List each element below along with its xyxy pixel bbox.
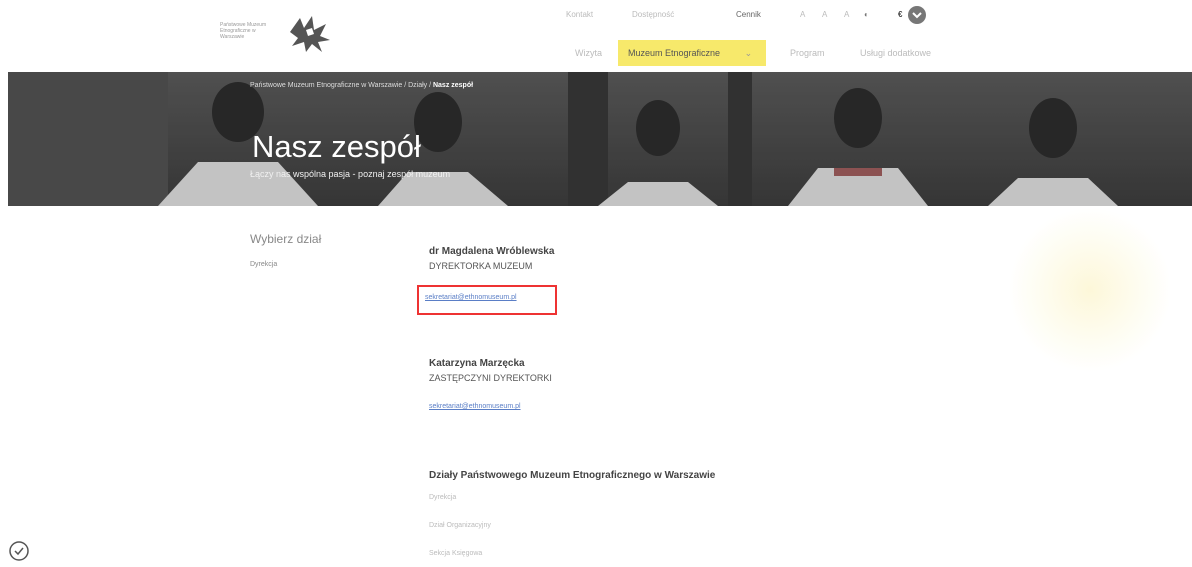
font-size-large-button[interactable]: A — [844, 10, 849, 19]
email-highlight-box — [417, 285, 557, 315]
nav-item-program[interactable]: Program — [790, 40, 825, 66]
email-link[interactable]: sekretariat@ethnomuseum.pl — [429, 403, 521, 410]
topbar-contact-link[interactable]: Kontakt — [566, 10, 593, 19]
topbar-pricing-link[interactable]: Cennik — [736, 10, 761, 19]
logo-text: Państwowe Muzeum Etnograficzne w Warszaw… — [220, 22, 267, 40]
person-name: Katarzyna Marzęcka — [429, 358, 525, 369]
page-title: Nasz zespół — [252, 129, 421, 164]
breadcrumb-current: Nasz zespół — [432, 82, 474, 89]
nav-item-visit[interactable]: Wizyta — [575, 40, 602, 66]
font-size-small-button[interactable]: A — [800, 10, 805, 19]
sidebar-title: Wybierz dział — [250, 232, 322, 246]
logo-mark-icon — [290, 16, 330, 52]
person-role: DYREKTORKA MUZEUM — [429, 261, 533, 271]
nav-item-label: Muzeum Etnograficzne — [628, 48, 721, 58]
breadcrumb: Państwowe Muzeum Etnograficzne w Warszaw… — [250, 82, 473, 89]
breadcrumb-path[interactable]: Państwowe Muzeum Etnograficzne w Warszaw… — [250, 82, 433, 89]
accessibility-widget-icon[interactable] — [8, 540, 30, 562]
departments-title: Działy Państwowego Muzeum Etnograficzneg… — [429, 470, 716, 481]
chevron-down-icon: ⌄ — [744, 48, 753, 58]
nav-item-services[interactable]: Usługi dodatkowe — [860, 40, 931, 66]
sidebar-item-dyrekcja[interactable]: Dyrekcja — [250, 261, 277, 268]
person-role: ZASTĘPCZYNI DYREKTORKI — [429, 373, 552, 383]
museum-logo[interactable]: Państwowe Muzeum Etnograficzne w Warszaw… — [220, 14, 340, 54]
chevron-down-icon[interactable] — [908, 6, 926, 24]
font-size-medium-button[interactable]: A — [822, 10, 827, 19]
nav-item-museum[interactable]: Muzeum Etnograficzne ⌄ — [618, 40, 766, 66]
department-link[interactable]: Dyrekcja — [429, 494, 456, 501]
department-link[interactable]: Dział Organizacyjny — [429, 522, 491, 529]
person-name: dr Magdalena Wróblewska — [429, 246, 555, 257]
site-header: Państwowe Muzeum Etnograficzne w Warszaw… — [0, 0, 1192, 72]
language-toggle[interactable]: € — [898, 10, 902, 19]
contrast-icon[interactable]: ◐ — [864, 10, 869, 19]
hero-photo — [8, 72, 1192, 206]
page-subtitle: Łączy nas wspólna pasja - poznaj zespół … — [250, 169, 451, 179]
topbar-accessibility-link[interactable]: Dostępność — [632, 10, 674, 19]
hero-banner — [8, 72, 1192, 206]
department-link[interactable]: Sekcja Księgowa — [429, 550, 482, 557]
decorative-glow — [1010, 205, 1170, 375]
